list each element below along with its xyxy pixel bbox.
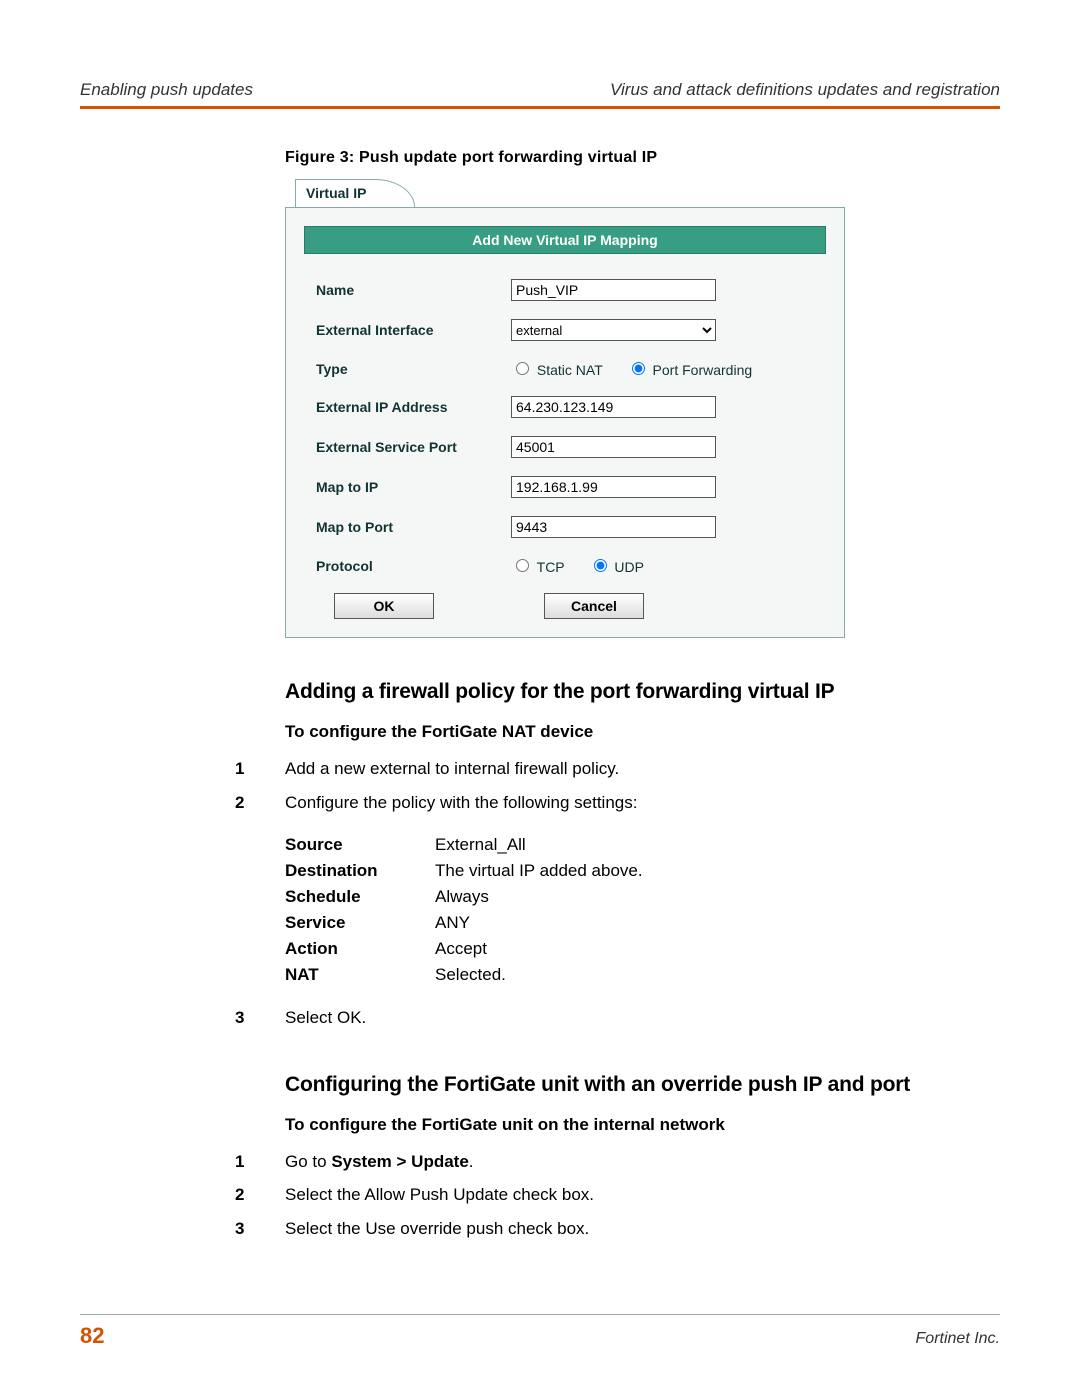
settings-key: Service — [285, 913, 435, 933]
settings-key: Destination — [285, 861, 435, 881]
nav-path: System > Update — [331, 1152, 468, 1171]
step-text: Select OK. — [285, 1005, 366, 1031]
dialog-title-bar: Add New Virtual IP Mapping — [304, 226, 826, 254]
label-external-ip: External IP Address — [316, 399, 511, 415]
step-number: 2 — [235, 1182, 285, 1208]
step-number: 1 — [235, 756, 285, 782]
map-to-port-input[interactable] — [511, 516, 716, 538]
radio-tcp[interactable]: TCP — [511, 559, 565, 575]
step-number: 1 — [235, 1149, 285, 1175]
settings-value: Selected. — [435, 965, 506, 985]
label-external-port: External Service Port — [316, 439, 511, 455]
label-name: Name — [316, 282, 511, 298]
footer-rule — [80, 1314, 1000, 1315]
settings-key: Source — [285, 835, 435, 855]
virtual-ip-dialog-screenshot: Virtual IP Add New Virtual IP Mapping Na… — [285, 177, 845, 638]
external-ip-input[interactable] — [511, 396, 716, 418]
radio-port-forwarding[interactable]: Port Forwarding — [627, 362, 752, 378]
page-number: 82 — [80, 1323, 104, 1349]
tab-virtual-ip[interactable]: Virtual IP — [295, 179, 415, 207]
map-to-ip-input[interactable] — [511, 476, 716, 498]
head-right: Virus and attack definitions updates and… — [610, 80, 1000, 100]
cancel-button[interactable]: Cancel — [544, 593, 644, 619]
settings-value: The virtual IP added above. — [435, 861, 643, 881]
label-external-interface: External Interface — [316, 322, 511, 338]
figure-caption: Figure 3: Push update port forwarding vi… — [285, 149, 1000, 167]
step-text: Add a new external to internal firewall … — [285, 756, 619, 782]
step-row: 3 Select OK. — [235, 1005, 1000, 1031]
step-row: 3 Select the Use override push check box… — [235, 1216, 1000, 1242]
ok-button[interactable]: OK — [334, 593, 434, 619]
label-protocol: Protocol — [316, 558, 511, 574]
company-name: Fortinet Inc. — [916, 1330, 1000, 1348]
settings-value: Accept — [435, 939, 487, 959]
running-head: Enabling push updates Virus and attack d… — [80, 80, 1000, 100]
label-map-to-ip: Map to IP — [316, 479, 511, 495]
radio-udp[interactable]: UDP — [589, 559, 644, 575]
section-heading-override-push: Configuring the FortiGate unit with an o… — [285, 1073, 1000, 1097]
step-number: 3 — [235, 1216, 285, 1242]
settings-key: Action — [285, 939, 435, 959]
step-number: 3 — [235, 1005, 285, 1031]
step-text: Select the Use override push check box. — [285, 1216, 589, 1242]
settings-value: ANY — [435, 913, 470, 933]
step-row: 1 Go to System > Update. — [235, 1149, 1000, 1175]
subheading-nat-device: To configure the FortiGate NAT device — [285, 722, 1000, 742]
settings-key: Schedule — [285, 887, 435, 907]
step-row: 1 Add a new external to internal firewal… — [235, 756, 1000, 782]
radio-static-nat[interactable]: Static NAT — [511, 362, 603, 378]
page-footer: 82 Fortinet Inc. — [80, 1314, 1000, 1349]
label-map-to-port: Map to Port — [316, 519, 511, 535]
settings-value: External_All — [435, 835, 526, 855]
step-text: Configure the policy with the following … — [285, 790, 637, 816]
step-row: 2 Select the Allow Push Update check box… — [235, 1182, 1000, 1208]
external-port-input[interactable] — [511, 436, 716, 458]
header-rule — [80, 106, 1000, 109]
name-input[interactable] — [511, 279, 716, 301]
subheading-internal-network: To configure the FortiGate unit on the i… — [285, 1115, 1000, 1135]
step-text: Go to System > Update. — [285, 1149, 474, 1175]
label-type: Type — [316, 361, 511, 377]
section-heading-firewall-policy: Adding a firewall policy for the port fo… — [285, 680, 1000, 704]
step-row: 2 Configure the policy with the followin… — [235, 790, 1000, 816]
external-interface-select[interactable]: external — [511, 319, 716, 341]
step-text: Select the Allow Push Update check box. — [285, 1182, 594, 1208]
settings-key: NAT — [285, 965, 435, 985]
head-left: Enabling push updates — [80, 80, 253, 100]
step-number: 2 — [235, 790, 285, 816]
policy-settings-table: SourceExternal_All DestinationThe virtua… — [285, 835, 1000, 985]
settings-value: Always — [435, 887, 489, 907]
